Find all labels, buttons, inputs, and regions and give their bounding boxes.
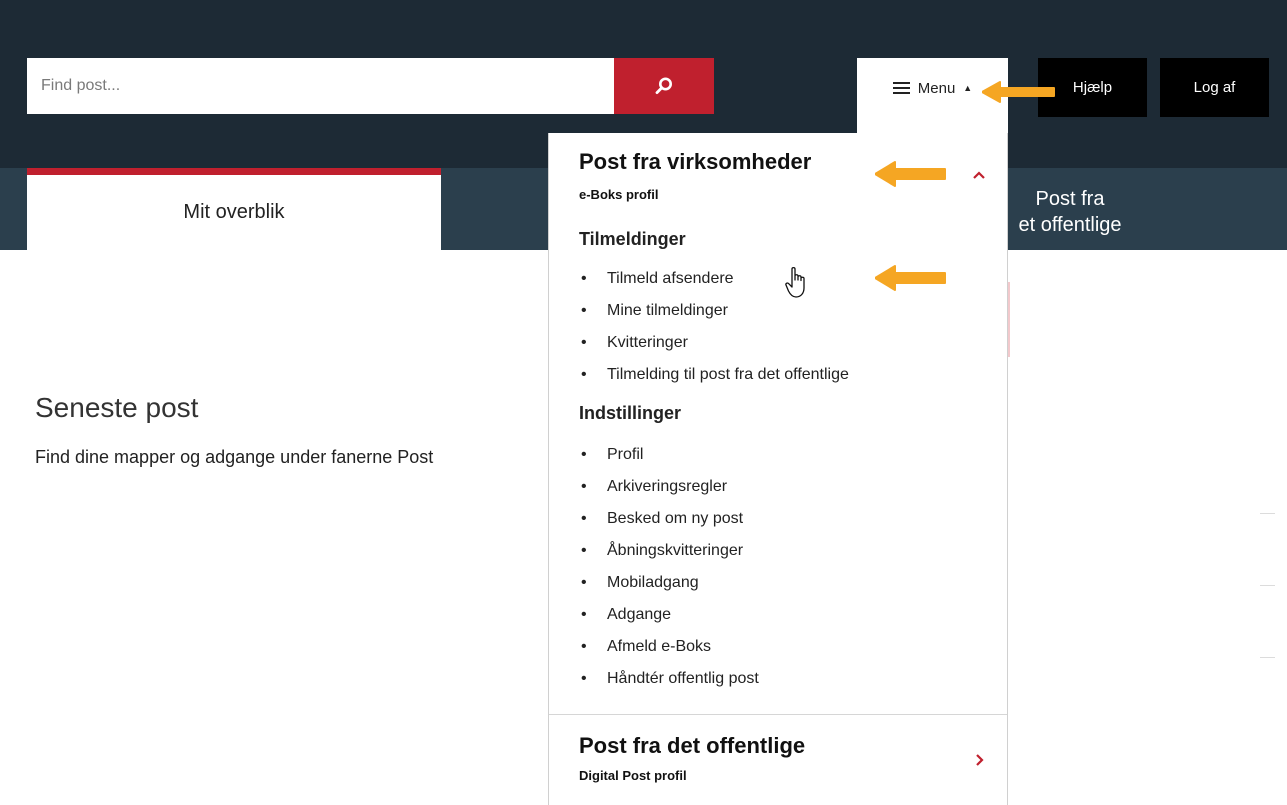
hand-cursor-icon bbox=[785, 267, 805, 298]
menu-item-adgange[interactable]: Adgange bbox=[579, 599, 759, 631]
page-title: Seneste post bbox=[35, 392, 199, 423]
menu-item-mobiladgang[interactable]: Mobiladgang bbox=[579, 567, 759, 599]
divider-tick bbox=[1260, 657, 1275, 658]
indstillinger-list: Profil Arkiveringsregler Besked om ny po… bbox=[579, 439, 759, 695]
group-title-indstillinger: Indstillinger bbox=[579, 403, 682, 423]
chevron-right-icon[interactable] bbox=[971, 752, 987, 768]
divider-tick bbox=[1260, 585, 1275, 586]
search-button[interactable] bbox=[614, 58, 714, 114]
page-description: Find dine mapper og adgange under fanern… bbox=[35, 447, 434, 467]
tab-right-line1: Post fra bbox=[1035, 188, 1105, 210]
annotation-arrow-icon bbox=[875, 161, 946, 187]
menu-item-profil[interactable]: Profil bbox=[579, 439, 759, 471]
chevron-up-icon[interactable] bbox=[971, 167, 987, 183]
menu-item-arkiveringsregler[interactable]: Arkiveringsregler bbox=[579, 471, 759, 503]
menu-divider bbox=[549, 714, 1007, 715]
annotation-arrow-icon bbox=[875, 265, 946, 291]
divider-tick bbox=[1260, 513, 1275, 514]
group-title-tilmeldinger: Tilmeldinger bbox=[579, 229, 686, 249]
section-title-virksomheder[interactable]: Post fra virksomheder bbox=[579, 149, 811, 175]
menu-item-besked-om-ny-post[interactable]: Besked om ny post bbox=[579, 503, 759, 535]
search-input[interactable] bbox=[27, 58, 614, 114]
caret-up-icon: ▲ bbox=[963, 83, 973, 93]
hamburger-icon bbox=[892, 82, 910, 94]
menu-item-kvitteringer[interactable]: Kvitteringer bbox=[579, 327, 849, 359]
menu-item-tilmelding-offentlige[interactable]: Tilmelding til post fra det offentlige bbox=[579, 359, 849, 391]
menu-label: Menu bbox=[917, 79, 956, 97]
tab-right-line2: et offentlige bbox=[1018, 214, 1122, 236]
menu-item-afmeld-eboks[interactable]: Afmeld e-Boks bbox=[579, 631, 759, 663]
tab-mit-overblik[interactable]: Mit overblik bbox=[27, 168, 441, 254]
search-icon bbox=[655, 77, 672, 95]
section-subtitle-eboks: e-Boks profil bbox=[579, 187, 659, 202]
menu-dropdown: Post fra virksomheder e-Boks profil Tilm… bbox=[548, 133, 1008, 805]
annotation-arrow-icon bbox=[982, 81, 1055, 103]
decorative-border bbox=[1008, 282, 1010, 357]
section-subtitle-digital-post: Digital Post profil bbox=[579, 768, 687, 783]
tab-post-fra-det-offentlige[interactable]: Post fra et offentlige bbox=[990, 186, 1150, 238]
logout-button[interactable]: Log af bbox=[1160, 58, 1269, 117]
page: Menu ▲ Hjælp Log af Mit overblik Post fr… bbox=[0, 0, 1287, 805]
menu-item-haandter-offentlig-post[interactable]: Håndtér offentlig post bbox=[579, 663, 759, 695]
section-title-offentlige[interactable]: Post fra det offentlige bbox=[579, 733, 805, 759]
menu-item-aabningskvitteringer[interactable]: Åbningskvitteringer bbox=[579, 535, 759, 567]
